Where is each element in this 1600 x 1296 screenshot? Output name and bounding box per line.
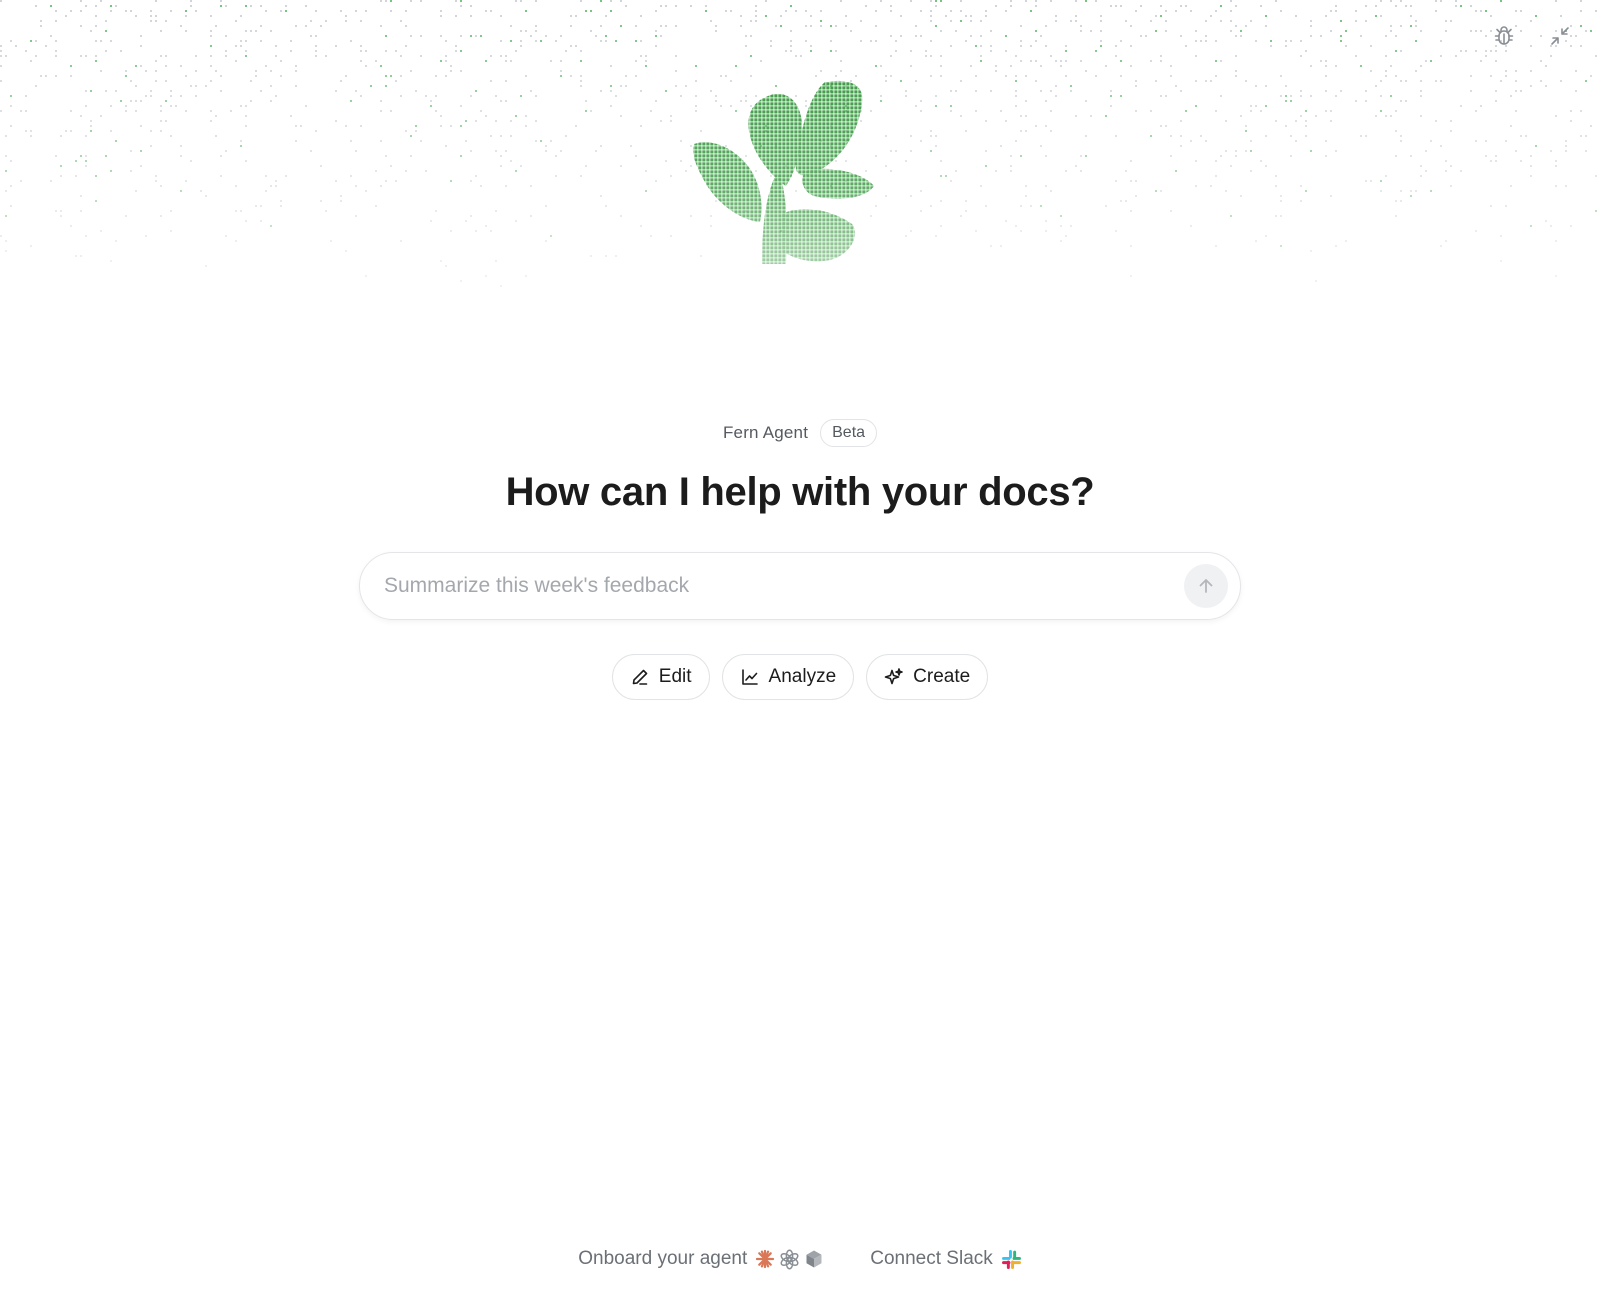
openai-icon [780, 1249, 799, 1269]
bug-icon [1494, 26, 1514, 45]
agent-logos [755, 1249, 824, 1270]
fern-logo-icon [692, 80, 874, 264]
onboard-agent-link[interactable]: Onboard your agent [578, 1248, 824, 1270]
agent-name: Fern Agent [722, 423, 809, 442]
analyze-chip-label: Analyze [768, 666, 837, 687]
slack-icon [1001, 1249, 1021, 1269]
app-page: Fern Agent Beta How can I help with your… [0, 0, 1600, 1296]
top-actions [1484, 16, 1580, 56]
chat-input[interactable] [382, 573, 1184, 599]
minimize-button[interactable] [1540, 16, 1580, 56]
sparkle-icon [884, 668, 903, 685]
edit-chip-label: Edit [658, 666, 692, 687]
minimize-icon [1551, 27, 1569, 45]
agent-title-row: Fern Agent Beta [722, 418, 878, 448]
chat-composer [359, 552, 1241, 620]
pencil-icon [632, 669, 648, 685]
footer: Onboard your agent Connect Slack [0, 1248, 1600, 1270]
analyze-chip-button[interactable]: Analyze [721, 654, 855, 700]
line-chart-icon [741, 669, 758, 685]
onboard-agent-label: Onboard your agent [578, 1248, 748, 1269]
connect-slack-label: Connect Slack [870, 1248, 993, 1269]
report-bug-button[interactable] [1484, 16, 1524, 56]
connect-slack-link[interactable]: Connect Slack [870, 1248, 1022, 1270]
create-chip-button[interactable]: Create [866, 654, 989, 700]
cube-icon [806, 1250, 822, 1268]
claude-icon [756, 1249, 775, 1269]
arrow-up-icon [1199, 579, 1213, 593]
quick-actions: Edit Analyze Create [611, 654, 989, 700]
page-title: How can I help with your docs? [505, 470, 1095, 514]
send-button[interactable] [1184, 564, 1228, 608]
edit-chip-button[interactable]: Edit [611, 654, 710, 700]
welcome-panel: Fern Agent Beta How can I help with your… [0, 418, 1600, 700]
beta-badge: Beta [820, 419, 878, 447]
create-chip-label: Create [913, 666, 971, 687]
